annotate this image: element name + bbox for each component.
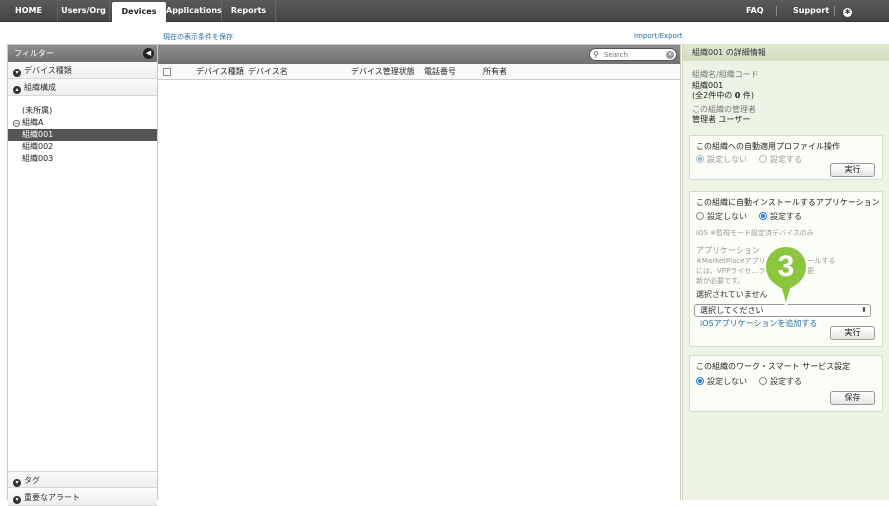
filter-title: フィルター [14, 49, 54, 58]
alert-section[interactable]: ▾ 重要なアラート [8, 489, 157, 506]
tree-item-org-001[interactable]: 組織001 [8, 129, 157, 141]
tag-section[interactable]: ▾ タグ [8, 471, 157, 488]
filter-header: フィルター ◀ [8, 45, 157, 62]
nav-separator [834, 6, 835, 16]
save-view-link[interactable]: 現在の表示条件を保存 [163, 32, 233, 42]
execute-button[interactable]: 実行 [830, 326, 875, 340]
add-ios-app-link[interactable]: iOSアプリケーションを追加する [700, 318, 817, 329]
auto-profile-options: 設定しない 設定する [696, 154, 802, 165]
radio-on[interactable] [759, 377, 767, 385]
radio-on-label: 設定する [770, 155, 802, 164]
ios-note: iOS ※監視モード設定済デバイスのみ [696, 229, 814, 237]
search-icon: ⚲ [593, 50, 599, 59]
column-device-name[interactable]: デバイス名 [248, 64, 288, 80]
tab-devices[interactable]: Devices [112, 2, 166, 22]
list-toolbar: ⚲ × [158, 45, 680, 64]
tree-item-org-003[interactable]: 組織003 [8, 153, 157, 165]
collapse-left-icon[interactable]: ◀ [143, 48, 154, 59]
org-name-label: 組織名/組織コード [692, 70, 759, 79]
radio-off-label: 設定しない [707, 212, 747, 221]
work-smart-options: 設定しない 設定する [696, 376, 802, 387]
step-callout-marker: 3 [763, 244, 809, 310]
radio-off-label: 設定しない [707, 377, 747, 386]
org-structure-section[interactable]: ▴ 組織構成 [8, 79, 157, 96]
app-select-value: 選択してください [700, 306, 764, 315]
auto-profile-card: この組織への自動適用プロファイル操作 設定しない 設定する 実行 [689, 135, 883, 180]
radio-off[interactable] [696, 212, 704, 220]
column-phone-number[interactable]: 電話番号 [424, 64, 456, 80]
count-prefix: (全2件中の [692, 91, 735, 100]
device-type-section[interactable]: ▾ デバイス種類 [8, 62, 157, 79]
clear-icon[interactable]: × [666, 51, 674, 59]
tag-label: タグ [24, 476, 40, 485]
radio-on-label: 設定する [770, 377, 802, 386]
tab-applications[interactable]: Applications [166, 0, 222, 22]
column-device-type[interactable]: デバイス種類 [196, 64, 244, 80]
radio-on[interactable] [759, 212, 767, 220]
execute-button[interactable]: 実行 [830, 163, 875, 177]
count-suffix: 件) [740, 91, 755, 100]
radio-off-label: 設定しない [707, 155, 747, 164]
tab-users-org[interactable]: Users/Org [58, 0, 110, 22]
chevron-up-icon: ▴ [13, 86, 21, 94]
work-smart-title: この組織のワーク・スマート サービス設定 [696, 362, 851, 371]
nav-separator [776, 6, 777, 16]
faq-link[interactable]: FAQ [746, 0, 764, 22]
tab-reports[interactable]: Reports [222, 0, 276, 22]
tree-item-unassigned[interactable]: (未所属) [8, 105, 157, 117]
none-selected-text: 選択されていません [696, 290, 768, 299]
chevron-down-icon: ▾ [13, 69, 21, 77]
chevron-down-icon: ▾ [13, 496, 21, 504]
tree-item-label: 組織A [22, 118, 44, 127]
device-list: ⚲ × デバイス種類 デバイス名 デバイス管理状態 電話番号 所有者 [158, 44, 681, 500]
import-export-link[interactable]: Import/Export [634, 32, 683, 40]
settings-link[interactable]: ✱ Settings [843, 0, 889, 37]
org-tree: (未所属) − 組織A 組織001 組織002 組織003 [8, 96, 157, 165]
chevron-down-icon: ▾ [13, 479, 21, 487]
search-box[interactable]: ⚲ × [589, 48, 677, 61]
tree-item-org-a[interactable]: − 組織A [8, 117, 157, 129]
radio-off[interactable] [696, 155, 704, 163]
top-navigation: HOME Users/Org Devices Applications Repo… [0, 0, 889, 37]
support-link[interactable]: Support [793, 0, 829, 22]
tree-item-org-002[interactable]: 組織002 [8, 141, 157, 153]
alert-label: 重要なアラート [24, 493, 80, 502]
device-type-label: デバイス種類 [24, 66, 72, 75]
org-structure-label: 組織構成 [24, 83, 56, 92]
radio-off[interactable] [696, 377, 704, 385]
save-button[interactable]: 保存 [830, 391, 875, 405]
auto-install-options: 設定しない 設定する [696, 211, 802, 222]
column-management-status[interactable]: デバイス管理状態 [351, 64, 415, 80]
filter-sidebar: フィルター ◀ ▾ デバイス種類 ▴ 組織構成 (未所属) − 組織A 組織001 組… [7, 44, 158, 506]
details-title: 組織001 の詳細情報 [683, 44, 889, 61]
select-arrows-icon: ⬍ [861, 306, 867, 314]
column-owner[interactable]: 所有者 [483, 64, 507, 80]
radio-on[interactable] [759, 155, 767, 163]
callout-number: 3 [777, 250, 795, 283]
collapse-node-icon[interactable]: − [13, 120, 20, 127]
radio-on-label: 設定する [770, 212, 802, 221]
tab-home[interactable]: HOME [0, 0, 58, 22]
search-input[interactable] [604, 50, 662, 60]
gear-icon: ✱ [843, 8, 852, 17]
table-header: デバイス種類 デバイス名 デバイス管理状態 電話番号 所有者 [158, 64, 680, 80]
settings-label: Settings [843, 28, 881, 37]
auto-profile-title: この組織への自動適用プロファイル操作 [696, 142, 840, 151]
select-all-checkbox[interactable] [163, 68, 171, 76]
auto-install-title: この組織に自動インストールするアプリケーション [696, 198, 880, 207]
work-smart-card: この組織のワーク・スマート サービス設定 設定しない 設定する 保存 [689, 355, 883, 412]
device-count: (全2件中の 0 件) [692, 90, 754, 101]
admin-value: 管理者 ユーザー [692, 115, 751, 124]
